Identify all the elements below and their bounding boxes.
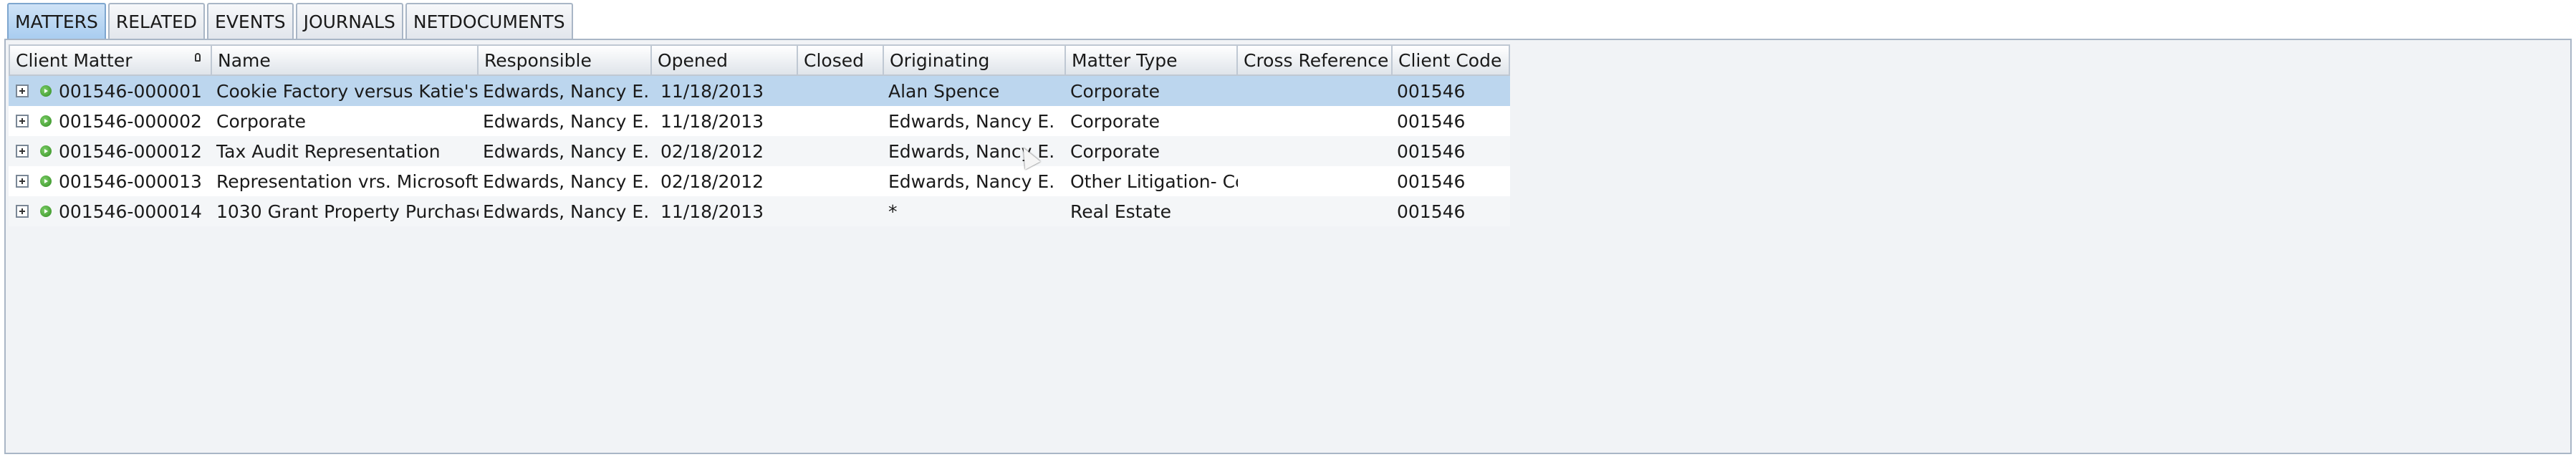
table-row[interactable]: 001546-000013 Representation vrs. Micros…	[9, 166, 1510, 196]
column-header-label: Cross Reference	[1244, 49, 1389, 71]
cell-client-matter: 001546-000014	[9, 196, 212, 226]
column-header-label: Client Code	[1398, 49, 1502, 71]
active-status-icon	[40, 85, 52, 97]
cell-opened: 11/18/2013	[660, 201, 764, 222]
cell-closed	[798, 136, 884, 166]
column-header-label: Matter Type	[1072, 49, 1178, 71]
cell-name: Tax Audit Representation	[216, 140, 441, 162]
cell-originating: Edwards, Nancy E.	[888, 170, 1055, 192]
table-row[interactable]: 001546-000002 Corporate Edwards, Nancy E…	[9, 106, 1510, 136]
matters-panel: Client Matter Name Responsible Opened Cl…	[4, 39, 2572, 454]
cell-responsible: Edwards, Nancy E.	[483, 110, 650, 132]
expand-plus-icon[interactable]	[16, 145, 29, 158]
table-row[interactable]: 001546-000014 1030 Grant Property Purcha…	[9, 196, 1510, 226]
column-header-label: Closed	[804, 49, 864, 71]
cell-originating: *	[888, 201, 898, 222]
active-status-icon	[40, 206, 52, 217]
cell-client-matter: 001546-000002	[9, 106, 212, 136]
table-row[interactable]: 001546-000001 Cookie Factory versus Kati…	[9, 76, 1510, 106]
cell-opened: 02/18/2012	[660, 140, 764, 162]
tab-strip: MATTERS RELATED EVENTS JOURNALS NETDOCUM…	[7, 3, 575, 39]
client-matter-text: 001546-000014	[59, 201, 202, 222]
cell-matter-type: Other Litigation- Co	[1070, 170, 1238, 192]
cell-matter-type: Corporate	[1070, 140, 1160, 162]
expand-plus-icon[interactable]	[16, 115, 29, 128]
cell-matter-type: Real Estate	[1070, 201, 1171, 222]
column-header-matter-type[interactable]: Matter Type	[1066, 44, 1238, 76]
column-header-client-code[interactable]: Client Code	[1393, 44, 1510, 76]
cell-responsible: Edwards, Nancy E.	[483, 201, 650, 222]
column-header-label: Client Matter	[16, 49, 133, 71]
client-matter-text: 001546-000012	[59, 140, 202, 162]
cell-originating: Alan Spence	[888, 80, 1000, 102]
cell-cross-reference	[1238, 76, 1393, 106]
client-matter-text: 001546-000001	[59, 80, 202, 102]
tab-journals[interactable]: JOURNALS	[295, 3, 403, 39]
cell-client-code: 001546	[1397, 201, 1466, 222]
column-header-cross-reference[interactable]: Cross Reference	[1238, 44, 1393, 76]
cell-name: 1030 Grant Property Purchase	[216, 201, 479, 222]
matters-grid: Client Matter Name Responsible Opened Cl…	[9, 44, 1510, 226]
cell-name: Corporate	[216, 110, 306, 132]
cell-closed	[798, 106, 884, 136]
cell-closed	[798, 76, 884, 106]
cell-closed	[798, 166, 884, 196]
client-matter-text: 001546-000002	[59, 110, 202, 132]
cell-responsible: Edwards, Nancy E.	[483, 140, 650, 162]
cell-originating: Edwards, Nancy E.	[888, 110, 1055, 132]
cell-client-matter: 001546-000001	[9, 76, 212, 106]
tab-matters[interactable]: MATTERS	[7, 3, 106, 39]
cell-matter-type: Corporate	[1070, 80, 1160, 102]
cell-cross-reference	[1238, 196, 1393, 226]
expand-plus-icon[interactable]	[16, 175, 29, 188]
cell-cross-reference	[1238, 136, 1393, 166]
column-header-name[interactable]: Name	[212, 44, 479, 76]
cell-client-code: 001546	[1397, 140, 1466, 162]
active-status-icon	[40, 175, 52, 187]
cell-client-code: 001546	[1397, 80, 1466, 102]
tab-related[interactable]: RELATED	[107, 3, 206, 39]
column-header-label: Name	[218, 49, 271, 71]
sort-indicator-icon[interactable]	[195, 53, 201, 62]
client-matter-text: 001546-000013	[59, 170, 202, 192]
cell-cross-reference	[1238, 106, 1393, 136]
grid-header: Client Matter Name Responsible Opened Cl…	[9, 44, 1510, 76]
cell-name: Representation vrs. Microsoft C	[216, 170, 479, 192]
column-header-responsible[interactable]: Responsible	[479, 44, 652, 76]
column-header-client-matter[interactable]: Client Matter	[9, 44, 212, 76]
cell-client-matter: 001546-000013	[9, 166, 212, 196]
cell-opened: 11/18/2013	[660, 110, 764, 132]
cell-client-code: 001546	[1397, 170, 1466, 192]
expand-plus-icon[interactable]	[16, 85, 29, 97]
cell-name: Cookie Factory versus Katie's Ba	[216, 80, 479, 102]
column-header-label: Responsible	[484, 49, 592, 71]
active-status-icon	[40, 145, 52, 157]
active-status-icon	[40, 115, 52, 127]
tab-netdocuments[interactable]: NETDOCUMENTS	[405, 3, 573, 39]
cell-opened: 02/18/2012	[660, 170, 764, 192]
cell-client-matter: 001546-000012	[9, 136, 212, 166]
column-header-opened[interactable]: Opened	[652, 44, 798, 76]
cell-closed	[798, 196, 884, 226]
cell-client-code: 001546	[1397, 110, 1466, 132]
column-header-closed[interactable]: Closed	[798, 44, 884, 76]
cell-responsible: Edwards, Nancy E.	[483, 170, 650, 192]
table-row[interactable]: 001546-000012 Tax Audit Representation E…	[9, 136, 1510, 166]
expand-plus-icon[interactable]	[16, 205, 29, 218]
cell-responsible: Edwards, Nancy E.	[483, 80, 650, 102]
cell-matter-type: Corporate	[1070, 110, 1160, 132]
column-header-label: Opened	[658, 49, 729, 71]
tab-events[interactable]: EVENTS	[207, 3, 294, 39]
matters-window: MATTERS RELATED EVENTS JOURNALS NETDOCUM…	[0, 0, 2576, 457]
column-header-label: Originating	[890, 49, 990, 71]
cell-opened: 11/18/2013	[660, 80, 764, 102]
cell-cross-reference	[1238, 166, 1393, 196]
column-header-originating[interactable]: Originating	[884, 44, 1066, 76]
